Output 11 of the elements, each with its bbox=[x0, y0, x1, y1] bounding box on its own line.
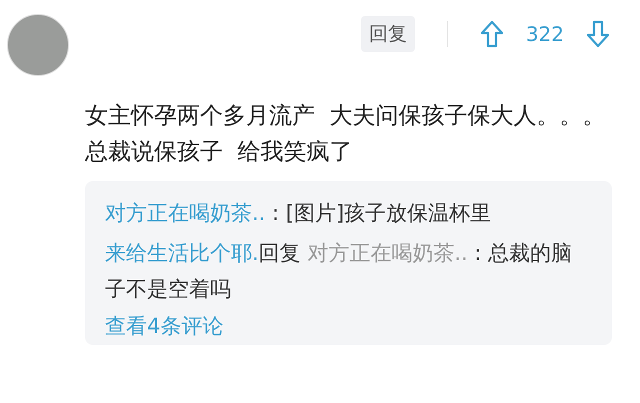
comment-text: 女主怀孕两个多月流产 大夫问保孩子保大人。。。总裁说保孩子 给我笑疯了 bbox=[85, 102, 607, 167]
upvote-icon[interactable] bbox=[480, 20, 504, 48]
reply-button[interactable]: 回复 bbox=[360, 16, 415, 52]
author-link[interactable]: 来给生活比个耶. bbox=[105, 241, 259, 265]
reply-text: 对方正在喝奶茶.. : [图片]孩子放保温杯里 bbox=[105, 200, 492, 227]
author-link[interactable]: 对方正在喝奶茶.. bbox=[105, 201, 266, 225]
target-author-link[interactable]: 对方正在喝奶茶.. bbox=[307, 241, 468, 265]
view-comments-link[interactable]: 查看4条评论 bbox=[105, 311, 224, 341]
vote-count: 322 bbox=[526, 22, 564, 46]
reply-text: 来给生活比个耶.回复 对方正在喝奶茶.. : 总裁的脑子不是空着吗 bbox=[105, 240, 574, 303]
downvote-icon[interactable] bbox=[586, 20, 610, 48]
